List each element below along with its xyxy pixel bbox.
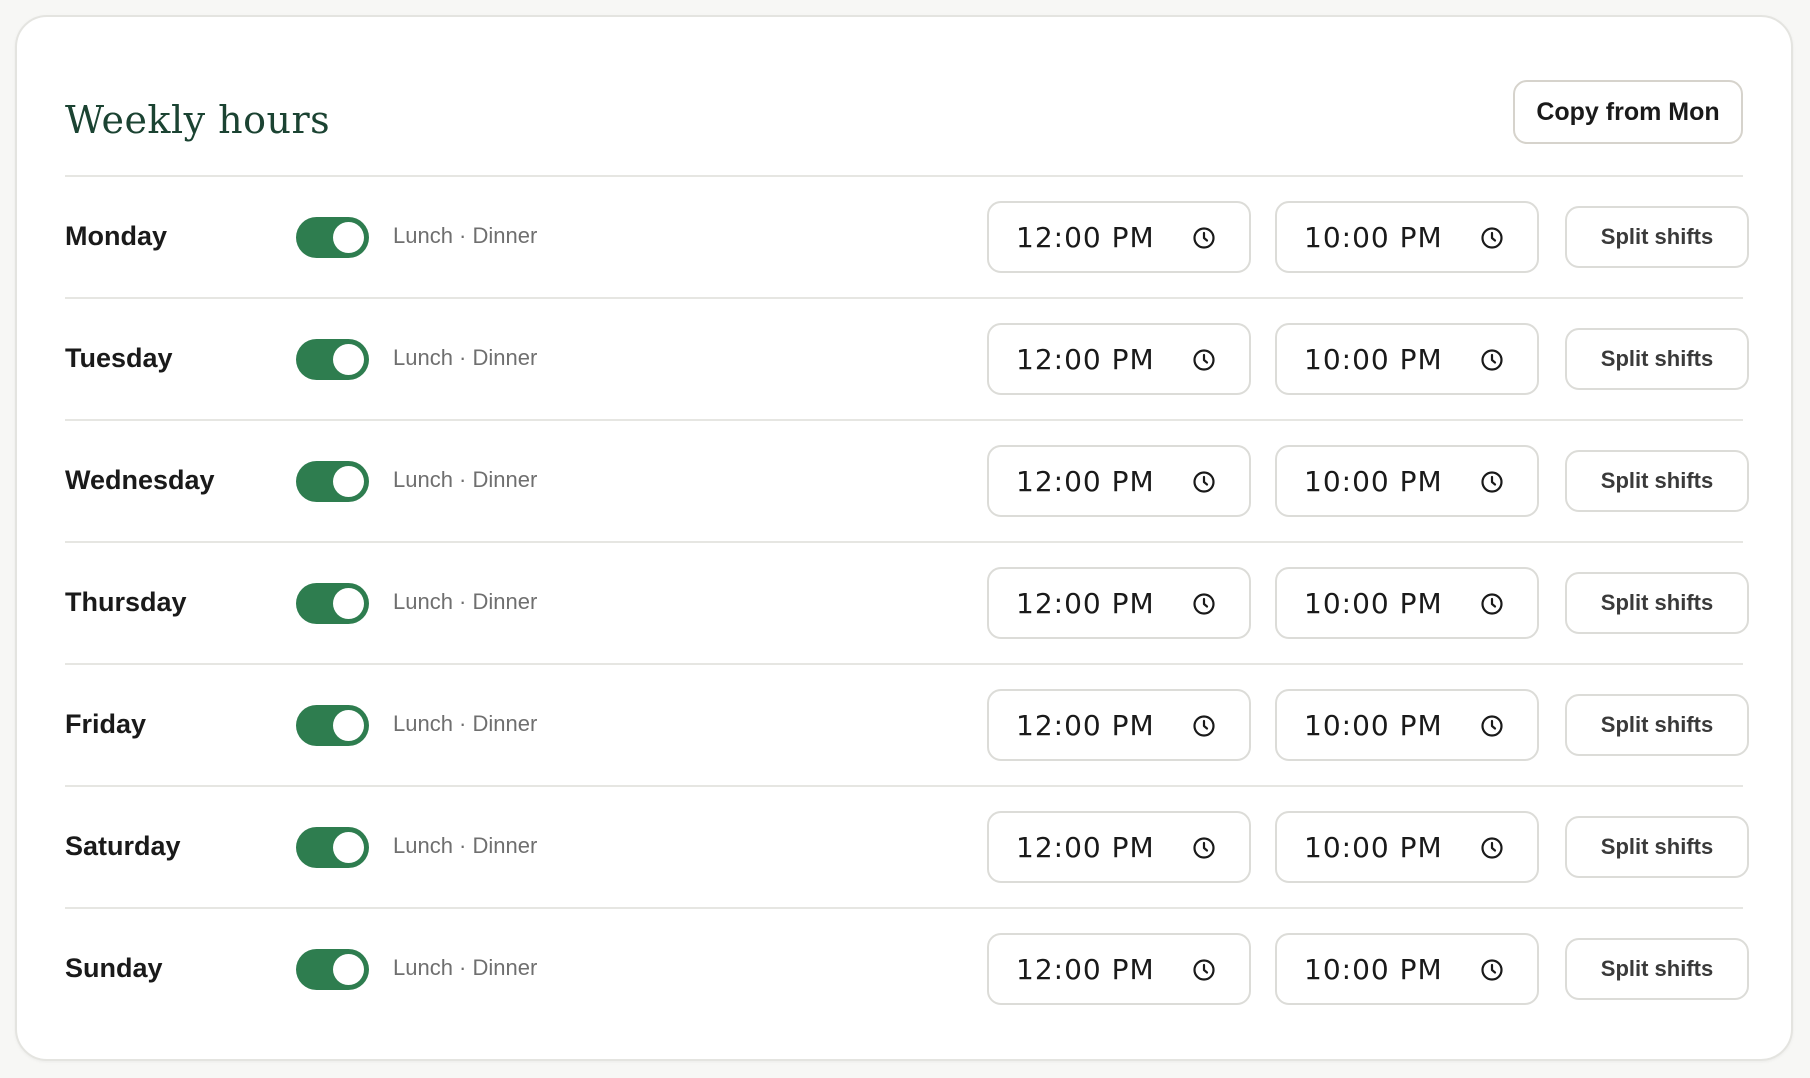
clock-icon[interactable]	[1192, 470, 1216, 494]
day-open-toggle[interactable]	[296, 949, 369, 990]
open-time-value: 12:00 PM	[1016, 709, 1155, 742]
toggle-knob	[333, 344, 364, 375]
close-time-value: 10:00 PM	[1304, 221, 1443, 254]
close-time-value: 10:00 PM	[1304, 343, 1443, 376]
open-time-value: 12:00 PM	[1016, 465, 1155, 498]
day-name: Saturday	[65, 831, 181, 861]
meal-services-label: Lunch · Dinner	[393, 711, 538, 736]
close-time-field[interactable]: 10:00 PM	[1275, 811, 1539, 883]
day-row-sunday: Sunday Lunch · Dinner 12:00 PM 10:00 PM …	[65, 909, 1749, 1031]
split-shifts-button[interactable]: Split shifts	[1565, 572, 1749, 634]
weekly-hours-card: Weekly hours Copy from Mon Monday Lunch …	[15, 15, 1793, 1061]
open-time-field[interactable]: 12:00 PM	[987, 689, 1251, 761]
day-name: Friday	[65, 709, 147, 739]
close-time-value: 10:00 PM	[1304, 587, 1443, 620]
day-name: Monday	[65, 221, 168, 251]
clock-icon[interactable]	[1480, 348, 1504, 372]
day-row-saturday: Saturday Lunch · Dinner 12:00 PM 10:00 P…	[65, 787, 1749, 909]
day-name: Thursday	[65, 587, 187, 617]
toggle-knob	[333, 222, 364, 253]
day-list: Monday Lunch · Dinner 12:00 PM 10:00 PM …	[65, 177, 1749, 1031]
clock-icon[interactable]	[1192, 836, 1216, 860]
close-time-value: 10:00 PM	[1304, 465, 1443, 498]
open-time-value: 12:00 PM	[1016, 587, 1155, 620]
clock-icon[interactable]	[1192, 958, 1216, 982]
day-open-toggle[interactable]	[296, 705, 369, 746]
meal-services-label: Lunch · Dinner	[393, 589, 538, 614]
day-row-monday: Monday Lunch · Dinner 12:00 PM 10:00 PM …	[65, 177, 1749, 299]
open-time-value: 12:00 PM	[1016, 831, 1155, 864]
split-shifts-button[interactable]: Split shifts	[1565, 816, 1749, 878]
toggle-knob	[333, 466, 364, 497]
clock-icon[interactable]	[1480, 226, 1504, 250]
close-time-field[interactable]: 10:00 PM	[1275, 933, 1539, 1005]
clock-icon[interactable]	[1480, 958, 1504, 982]
copy-from-mon-button[interactable]: Copy from Mon	[1513, 80, 1743, 144]
day-open-toggle[interactable]	[296, 217, 369, 258]
toggle-knob	[333, 832, 364, 863]
meal-services-label: Lunch · Dinner	[393, 833, 538, 858]
day-open-toggle[interactable]	[296, 583, 369, 624]
close-time-value: 10:00 PM	[1304, 709, 1443, 742]
split-shifts-button[interactable]: Split shifts	[1565, 694, 1749, 756]
day-name: Tuesday	[65, 343, 173, 373]
clock-icon[interactable]	[1480, 470, 1504, 494]
meal-services-label: Lunch · Dinner	[393, 467, 538, 492]
clock-icon[interactable]	[1192, 592, 1216, 616]
open-time-value: 12:00 PM	[1016, 953, 1155, 986]
close-time-value: 10:00 PM	[1304, 953, 1443, 986]
day-name: Wednesday	[65, 465, 215, 495]
day-name: Sunday	[65, 953, 163, 983]
day-row-thursday: Thursday Lunch · Dinner 12:00 PM 10:00 P…	[65, 543, 1749, 665]
close-time-field[interactable]: 10:00 PM	[1275, 445, 1539, 517]
day-open-toggle[interactable]	[296, 461, 369, 502]
meal-services-label: Lunch · Dinner	[393, 223, 538, 248]
open-time-field[interactable]: 12:00 PM	[987, 811, 1251, 883]
close-time-field[interactable]: 10:00 PM	[1275, 201, 1539, 273]
close-time-field[interactable]: 10:00 PM	[1275, 323, 1539, 395]
toggle-knob	[333, 710, 364, 741]
page-title: Weekly hours	[65, 98, 331, 142]
split-shifts-button[interactable]: Split shifts	[1565, 206, 1749, 268]
card-header: Weekly hours Copy from Mon	[65, 65, 1743, 177]
open-time-field[interactable]: 12:00 PM	[987, 445, 1251, 517]
day-open-toggle[interactable]	[296, 339, 369, 380]
split-shifts-button[interactable]: Split shifts	[1565, 450, 1749, 512]
clock-icon[interactable]	[1192, 714, 1216, 738]
open-time-field[interactable]: 12:00 PM	[987, 567, 1251, 639]
split-shifts-button[interactable]: Split shifts	[1565, 328, 1749, 390]
clock-icon[interactable]	[1480, 714, 1504, 738]
close-time-value: 10:00 PM	[1304, 831, 1443, 864]
day-open-toggle[interactable]	[296, 827, 369, 868]
close-time-field[interactable]: 10:00 PM	[1275, 567, 1539, 639]
clock-icon[interactable]	[1192, 348, 1216, 372]
meal-services-label: Lunch · Dinner	[393, 345, 538, 370]
open-time-field[interactable]: 12:00 PM	[987, 323, 1251, 395]
split-shifts-button[interactable]: Split shifts	[1565, 938, 1749, 1000]
toggle-knob	[333, 588, 364, 619]
open-time-value: 12:00 PM	[1016, 343, 1155, 376]
day-row-friday: Friday Lunch · Dinner 12:00 PM 10:00 PM …	[65, 665, 1749, 787]
clock-icon[interactable]	[1192, 226, 1216, 250]
toggle-knob	[333, 954, 364, 985]
meal-services-label: Lunch · Dinner	[393, 955, 538, 980]
open-time-field[interactable]: 12:00 PM	[987, 201, 1251, 273]
open-time-value: 12:00 PM	[1016, 221, 1155, 254]
clock-icon[interactable]	[1480, 592, 1504, 616]
day-row-wednesday: Wednesday Lunch · Dinner 12:00 PM 10:00 …	[65, 421, 1749, 543]
close-time-field[interactable]: 10:00 PM	[1275, 689, 1539, 761]
day-row-tuesday: Tuesday Lunch · Dinner 12:00 PM 10:00 PM…	[65, 299, 1749, 421]
open-time-field[interactable]: 12:00 PM	[987, 933, 1251, 1005]
clock-icon[interactable]	[1480, 836, 1504, 860]
